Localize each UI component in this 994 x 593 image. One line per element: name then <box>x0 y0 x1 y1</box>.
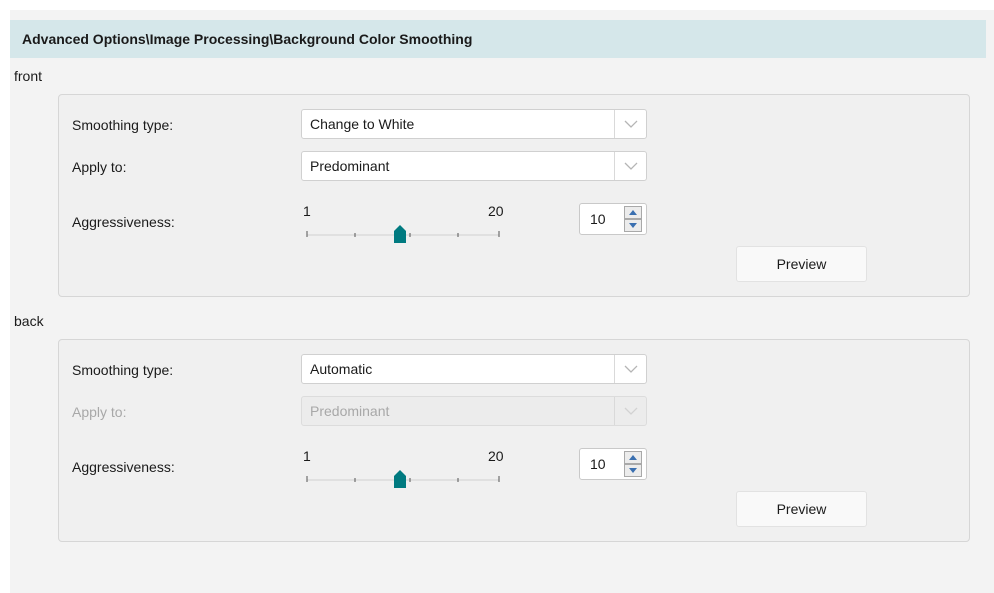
preview-button[interactable]: Preview <box>736 246 867 282</box>
apply-to-dropdown[interactable]: Predominant <box>301 151 647 181</box>
apply-to-label: Apply to: <box>72 159 127 175</box>
smoothing-type-label: Smoothing type: <box>72 362 174 378</box>
chevron-down-icon <box>624 407 638 415</box>
group-back: Smoothing type: Automatic Apply to: Pred… <box>58 339 970 542</box>
dropdown-toggle <box>614 397 646 425</box>
smoothing-type-value: Automatic <box>310 361 373 377</box>
smoothing-type-label: Smoothing type: <box>72 117 174 133</box>
apply-to-value: Predominant <box>310 403 390 419</box>
apply-to-label: Apply to: <box>72 404 127 420</box>
aggressiveness-slider[interactable]: 1 20 <box>301 448 507 488</box>
smoothing-type-value: Change to White <box>310 116 415 132</box>
slider-thumb-icon[interactable] <box>393 470 407 489</box>
smoothing-type-dropdown[interactable]: Automatic <box>301 354 647 384</box>
section-label-front: front <box>14 68 43 84</box>
aggressiveness-value: 10 <box>590 456 606 472</box>
group-front: Smoothing type: Change to White Apply to… <box>58 94 970 297</box>
dropdown-toggle[interactable] <box>614 110 646 138</box>
dropdown-toggle[interactable] <box>614 152 646 180</box>
spin-up-icon <box>629 210 637 215</box>
spin-down-icon <box>629 223 637 228</box>
aggressiveness-spinner[interactable]: 10 <box>579 203 647 235</box>
spin-down-button[interactable] <box>624 219 642 232</box>
spin-up-button[interactable] <box>624 451 642 464</box>
aggressiveness-value: 10 <box>590 211 606 227</box>
chevron-down-icon <box>624 365 638 373</box>
spin-down-button[interactable] <box>624 464 642 477</box>
section-label-back: back <box>14 313 44 329</box>
apply-to-dropdown: Predominant <box>301 396 647 426</box>
slider-thumb-icon[interactable] <box>393 225 407 244</box>
apply-to-value: Predominant <box>310 158 390 174</box>
smoothing-type-dropdown[interactable]: Change to White <box>301 109 647 139</box>
spin-down-icon <box>629 468 637 473</box>
aggressiveness-label: Aggressiveness: <box>72 214 175 230</box>
chevron-down-icon <box>624 162 638 170</box>
spin-up-icon <box>629 455 637 460</box>
spin-up-button[interactable] <box>624 206 642 219</box>
aggressiveness-label: Aggressiveness: <box>72 459 175 475</box>
page-title: Advanced Options\Image Processing\Backgr… <box>10 20 986 58</box>
chevron-down-icon <box>624 120 638 128</box>
aggressiveness-slider[interactable]: 1 20 <box>301 203 507 243</box>
dropdown-toggle[interactable] <box>614 355 646 383</box>
preview-button[interactable]: Preview <box>736 491 867 527</box>
aggressiveness-spinner[interactable]: 10 <box>579 448 647 480</box>
